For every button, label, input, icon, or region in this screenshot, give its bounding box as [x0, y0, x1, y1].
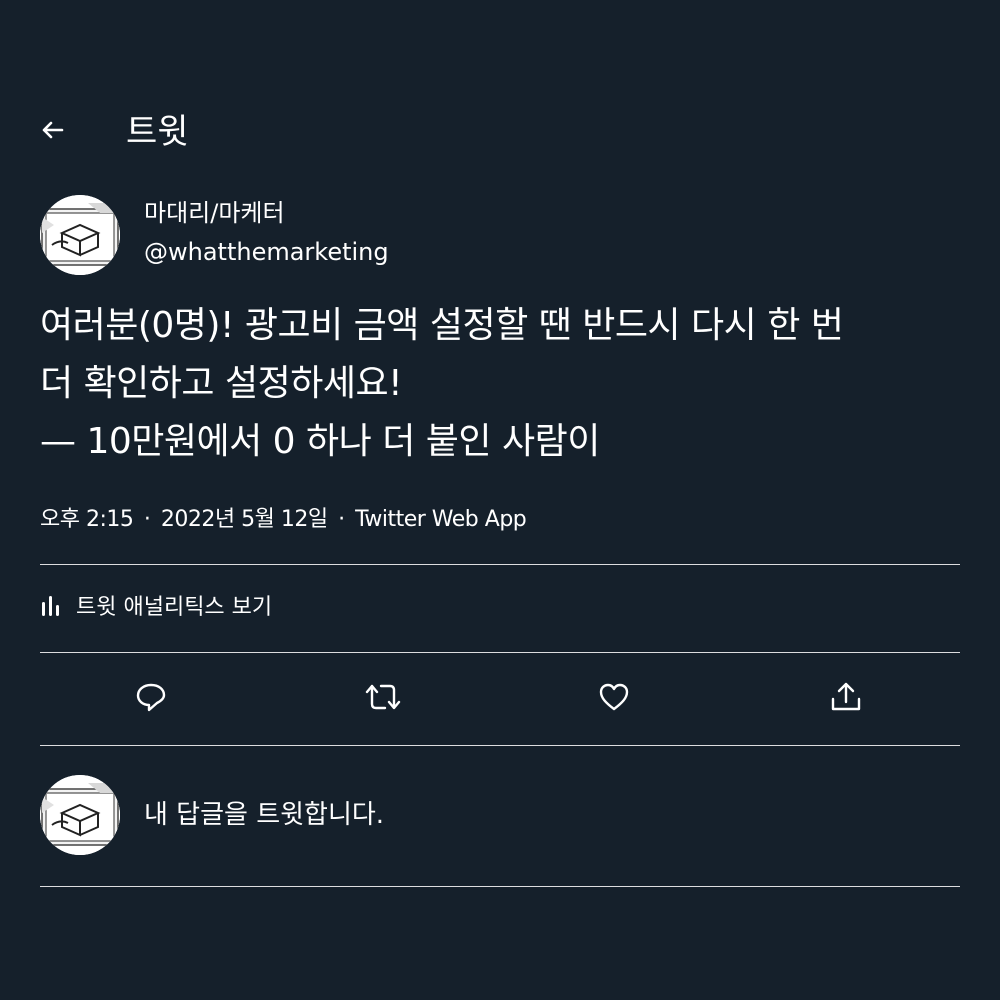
user-avatar[interactable] — [40, 775, 120, 855]
reply-input[interactable]: 내 답글을 트윗합니다. — [144, 799, 384, 831]
heart-icon — [597, 680, 631, 718]
reply-composer: 내 답글을 트윗합니다. — [40, 775, 960, 855]
page-title: 트윗 — [126, 112, 189, 152]
tweet-author: 마대리/마케터 @whatthemarketing — [40, 195, 940, 275]
divider — [40, 745, 960, 746]
meta-separator: · — [143, 507, 151, 532]
tweet-meta: 오후 2:15 · 2022년 5월 12일 · Twitter Web App — [40, 506, 527, 534]
author-handle[interactable]: @whatthemarketing — [144, 237, 389, 267]
divider — [40, 652, 960, 653]
author-name[interactable]: 마대리/마케터 — [144, 198, 285, 228]
bar-chart-icon — [40, 593, 62, 623]
retweet-button[interactable] — [357, 673, 409, 725]
author-avatar[interactable] — [40, 195, 120, 275]
view-analytics-link[interactable]: 트윗 애널리틱스 보기 — [40, 592, 272, 624]
back-button[interactable] — [36, 116, 68, 148]
tweet-source[interactable]: Twitter Web App — [355, 507, 527, 532]
header-bar: 트윗 — [0, 100, 1000, 164]
like-button[interactable] — [588, 673, 640, 725]
back-arrow-icon — [39, 119, 65, 145]
tweet-date[interactable]: 2022년 5월 12일 — [161, 507, 328, 532]
meta-separator: · — [338, 507, 345, 532]
share-button[interactable] — [820, 673, 872, 725]
divider — [40, 564, 960, 565]
share-icon — [828, 679, 864, 719]
tweet-text: 여러분(0명)! 광고비 금액 설정할 땐 반드시 다시 한 번 더 확인하고 … — [40, 305, 844, 462]
retweet-icon — [363, 680, 403, 718]
reply-icon — [134, 680, 168, 718]
reply-button[interactable] — [125, 673, 177, 725]
divider — [40, 886, 960, 887]
tweet-actions — [40, 673, 960, 725]
analytics-label: 트윗 애널리틱스 보기 — [76, 595, 273, 620]
tweet-time[interactable]: 오후 2:15 — [40, 507, 134, 532]
